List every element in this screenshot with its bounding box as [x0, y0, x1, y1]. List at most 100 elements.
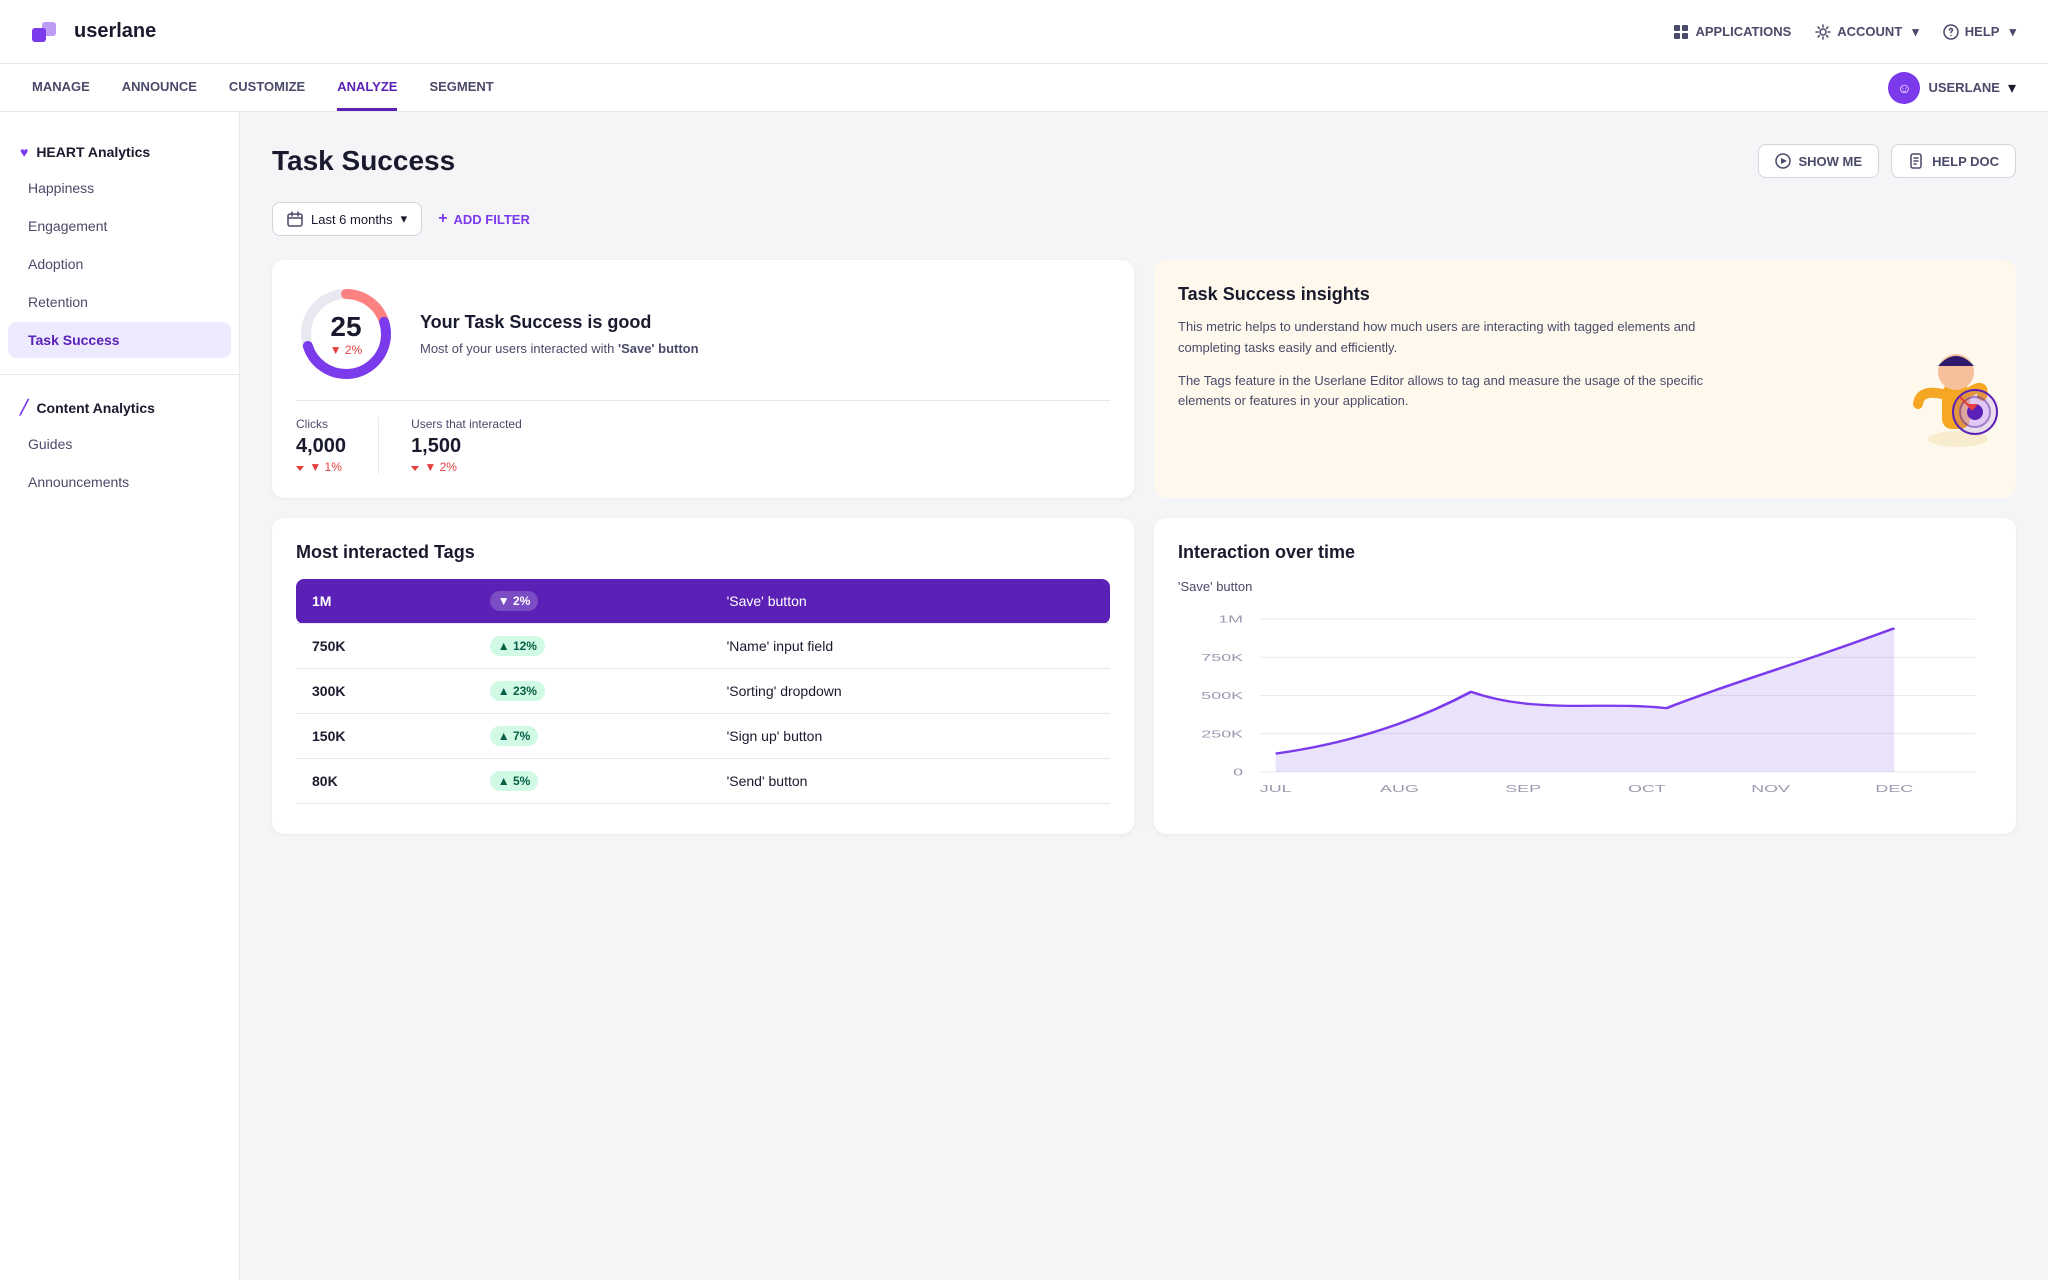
svg-text:AUG: AUG — [1380, 784, 1419, 795]
filter-chevron: ▾ — [401, 211, 408, 227]
sidebar-item-announcements[interactable]: Announcements — [8, 464, 231, 500]
date-filter[interactable]: Last 6 months ▾ — [272, 202, 422, 236]
score-metrics: Clicks 4,000 ▼ 1% Users that interacted … — [296, 400, 1110, 474]
svg-text:DEC: DEC — [1875, 784, 1913, 795]
logo-text: userlane — [74, 20, 156, 43]
tag-change: ▲ 23% — [474, 669, 711, 714]
account-chevron: ▾ — [1912, 24, 1919, 40]
sidebar-divider — [0, 374, 239, 375]
gear-icon — [1815, 24, 1831, 40]
users-change: ▼ 2% — [411, 460, 522, 474]
tag-count: 300K — [296, 669, 474, 714]
avatar: ☺ — [1888, 72, 1920, 104]
sidebar-item-adoption[interactable]: Adoption — [8, 246, 231, 282]
sidebar-section-content[interactable]: ╱ Content Analytics — [0, 391, 239, 424]
svg-text:SEP: SEP — [1505, 784, 1541, 795]
table-row: 750K ▲ 12% 'Name' input field — [296, 624, 1110, 669]
target-illustration — [1890, 324, 2000, 454]
tag-count: 750K — [296, 624, 474, 669]
table-row: 1M ▼ 2% 'Save' button — [296, 579, 1110, 624]
metric-clicks: Clicks 4,000 ▼ 1% — [296, 417, 346, 474]
table-row: 150K ▲ 7% 'Sign up' button — [296, 714, 1110, 759]
tab-announce[interactable]: ANNOUNCE — [122, 64, 197, 111]
grid-icon — [1673, 24, 1689, 40]
tag-count: 1M — [296, 579, 474, 624]
down-arrow-icon — [296, 466, 304, 471]
tag-change: ▲ 7% — [474, 714, 711, 759]
tag-name: 'Save' button — [711, 579, 1110, 624]
sidebar: ♥ HEART Analytics Happiness Engagement A… — [0, 112, 240, 1280]
sidebar-item-retention[interactable]: Retention — [8, 284, 231, 320]
page-title: Task Success — [272, 145, 455, 177]
tag-name: 'Sign up' button — [711, 714, 1110, 759]
cards-row-2: Most interacted Tags 1M ▼ 2% 'Save' butt… — [272, 518, 2016, 834]
score-card: 25 ▼ 2% Your Task Success is good Most o… — [272, 260, 1134, 498]
tab-manage[interactable]: MANAGE — [32, 64, 90, 111]
help-icon — [1943, 24, 1959, 40]
page-header: Task Success SHOW ME HELP DOC — [272, 144, 2016, 178]
account-nav[interactable]: ACCOUNT ▾ — [1815, 24, 1919, 40]
tag-change: ▲ 5% — [474, 759, 711, 804]
sidebar-item-guides[interactable]: Guides — [8, 426, 231, 462]
doc-icon — [1908, 153, 1924, 169]
tag-name: 'Name' input field — [711, 624, 1110, 669]
calendar-icon — [287, 211, 303, 227]
tag-change: ▼ 2% — [474, 579, 711, 624]
score-top: 25 ▼ 2% Your Task Success is good Most o… — [296, 284, 1110, 384]
logo-icon — [32, 20, 64, 44]
table-row: 300K ▲ 23% 'Sorting' dropdown — [296, 669, 1110, 714]
sidebar-item-engagement[interactable]: Engagement — [8, 208, 231, 244]
cards-row-1: 25 ▼ 2% Your Task Success is good Most o… — [272, 260, 2016, 498]
tags-card: Most interacted Tags 1M ▼ 2% 'Save' butt… — [272, 518, 1134, 834]
score-description: Most of your users interacted with 'Save… — [420, 341, 1110, 356]
insights-card: Task Success insights This metric helps … — [1154, 260, 2016, 498]
tag-name: 'Send' button — [711, 759, 1110, 804]
clicks-change: ▼ 1% — [296, 460, 346, 474]
svg-text:NOV: NOV — [1751, 784, 1790, 795]
main-content: Task Success SHOW ME HELP DOC — [240, 112, 2048, 1280]
applications-nav[interactable]: APPLICATIONS — [1673, 24, 1791, 40]
chart-icon: ╱ — [20, 399, 28, 416]
plus-icon: + — [438, 210, 447, 228]
svg-text:750K: 750K — [1201, 653, 1243, 664]
score-info: Your Task Success is good Most of your u… — [420, 312, 1110, 356]
tab-customize[interactable]: CUSTOMIZE — [229, 64, 305, 111]
svg-text:OCT: OCT — [1628, 784, 1666, 795]
sidebar-item-happiness[interactable]: Happiness — [8, 170, 231, 206]
help-doc-button[interactable]: HELP DOC — [1891, 144, 2016, 178]
logo[interactable]: userlane — [32, 20, 156, 44]
chart-area: 1M 750K 500K 250K 0 JUL AUG SEP OCT — [1178, 610, 1992, 810]
header-actions: SHOW ME HELP DOC — [1758, 144, 2017, 178]
table-row: 80K ▲ 5% 'Send' button — [296, 759, 1110, 804]
down-arrow-icon — [411, 466, 419, 471]
chart-card: Interaction over time 'Save' button 1M 7… — [1154, 518, 2016, 834]
user-chevron: ▾ — [2008, 78, 2016, 98]
show-me-button[interactable]: SHOW ME — [1758, 144, 1880, 178]
svg-text:0: 0 — [1233, 767, 1243, 778]
tags-table: 1M ▼ 2% 'Save' button 750K ▲ 12% 'Name' … — [296, 579, 1110, 804]
svg-text:500K: 500K — [1201, 691, 1243, 702]
chart-svg: 1M 750K 500K 250K 0 JUL AUG SEP OCT — [1178, 610, 1992, 810]
help-nav[interactable]: HELP ▾ — [1943, 24, 2016, 40]
sidebar-item-task-success[interactable]: Task Success — [8, 322, 231, 358]
donut-chart: 25 ▼ 2% — [296, 284, 396, 384]
help-chevron: ▾ — [2009, 24, 2016, 40]
tag-name: 'Sorting' dropdown — [711, 669, 1110, 714]
top-nav-right: APPLICATIONS ACCOUNT ▾ HELP ▾ — [1673, 24, 2016, 40]
svg-text:1M: 1M — [1218, 614, 1243, 625]
tab-analyze[interactable]: ANALYZE — [337, 64, 397, 111]
nav-tabs: MANAGE ANNOUNCE CUSTOMIZE ANALYZE SEGMEN… — [32, 64, 494, 111]
metric-divider — [378, 417, 379, 474]
donut-number: 25 ▼ 2% — [330, 311, 363, 357]
second-navigation: MANAGE ANNOUNCE CUSTOMIZE ANALYZE SEGMEN… — [0, 64, 2048, 112]
tag-count: 80K — [296, 759, 474, 804]
tag-count: 150K — [296, 714, 474, 759]
sidebar-section-heart[interactable]: ♥ HEART Analytics — [0, 136, 239, 168]
filter-bar: Last 6 months ▾ + ADD FILTER — [272, 202, 2016, 236]
svg-text:250K: 250K — [1201, 729, 1243, 740]
metric-users: Users that interacted 1,500 ▼ 2% — [411, 417, 522, 474]
user-badge[interactable]: ☺ USERLANE ▾ — [1888, 72, 2016, 104]
tab-segment[interactable]: SEGMENT — [429, 64, 493, 111]
add-filter-button[interactable]: + ADD FILTER — [438, 210, 530, 228]
insights-illustration — [1890, 324, 2000, 434]
